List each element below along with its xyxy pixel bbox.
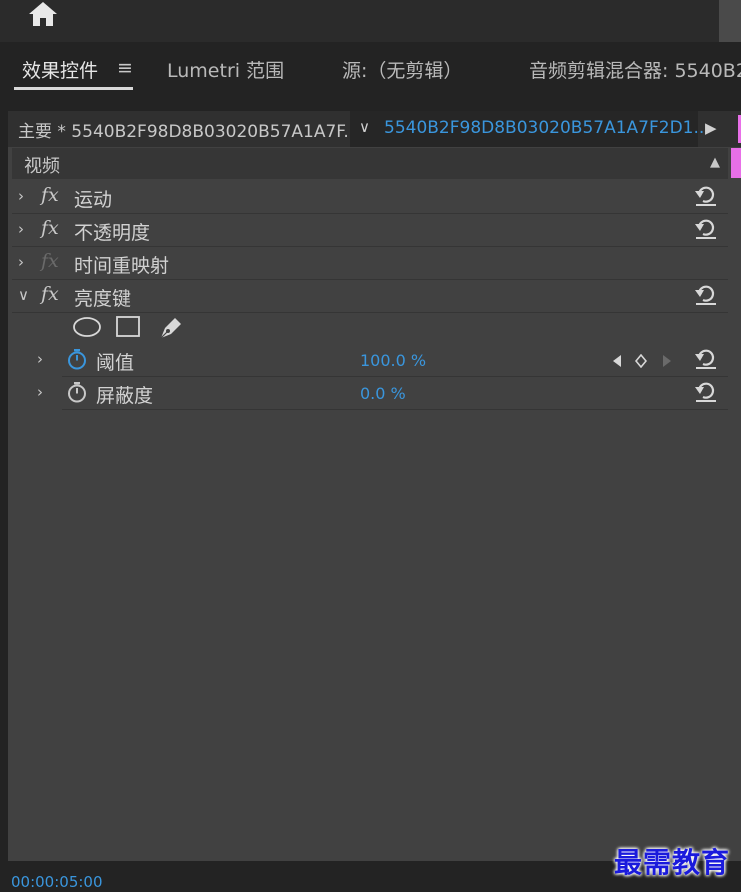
- collapse-icon[interactable]: ▲: [710, 155, 720, 170]
- collapse-effect-icon[interactable]: ∨: [18, 286, 29, 304]
- panel-menu-icon[interactable]: ≡: [117, 57, 133, 79]
- home-icon[interactable]: [26, 2, 60, 28]
- effect-name: 亮度键: [74, 288, 132, 310]
- effect-name: 运动: [74, 189, 113, 211]
- effect-name: 时间重映射: [74, 255, 170, 277]
- stopwatch-icon[interactable]: [66, 381, 88, 403]
- param-row-tolerance[interactable]: › 屏蔽度 0.0 %: [37, 377, 728, 410]
- tab-lumetri-scopes[interactable]: Lumetri 范围: [167, 56, 284, 86]
- playhead-timecode[interactable]: 00:00:05:00: [11, 873, 103, 891]
- toolbar-edge: [719, 0, 741, 42]
- fx-toggle-icon[interactable]: fx: [41, 184, 59, 206]
- panel-tab-bar: 效果控件 Lumetri 范围 源:（无剪辑） 音频剪辑混合器: 5540B2: [0, 46, 741, 98]
- param-name: 屏蔽度: [96, 385, 154, 407]
- clip-dropdown[interactable]: ∨ 5540B2F98D8B03020B57A1A7F2D1...: [350, 111, 710, 147]
- clip-selector-bar: 主要 * 5540B2F98D8B03020B57A1A7F... ∨ 5540…: [8, 111, 741, 147]
- ellipse-mask-icon[interactable]: [72, 315, 102, 339]
- param-row-threshold[interactable]: › 阈值 100.0 %: [37, 344, 728, 377]
- param-value[interactable]: 0.0 %: [360, 384, 406, 403]
- master-clip-label[interactable]: 主要 * 5540B2F98D8B03020B57A1A7F...: [18, 117, 360, 142]
- expand-icon[interactable]: ›: [37, 383, 43, 401]
- effect-row-luma-key[interactable]: ∨ fx 亮度键: [12, 280, 728, 313]
- stopwatch-icon[interactable]: [66, 348, 88, 370]
- reset-icon[interactable]: [694, 284, 718, 306]
- reset-icon[interactable]: [694, 185, 718, 207]
- effect-name: 不透明度: [74, 222, 151, 244]
- tab-source[interactable]: 源:（无剪辑）: [342, 56, 462, 86]
- reset-icon[interactable]: [694, 218, 718, 240]
- expand-icon[interactable]: ›: [18, 220, 24, 238]
- tab-effect-controls[interactable]: 效果控件: [22, 56, 98, 86]
- video-section-header[interactable]: 视频 ▲: [12, 148, 728, 179]
- effect-row-time-remapping[interactable]: › fx 时间重映射: [12, 247, 728, 280]
- param-value[interactable]: 100.0 %: [360, 351, 426, 370]
- effect-row-opacity[interactable]: › fx 不透明度: [12, 214, 728, 247]
- mask-tools-row: [12, 311, 728, 345]
- expand-icon[interactable]: ›: [18, 187, 24, 205]
- video-section-label: 视频: [24, 156, 60, 177]
- selected-clip-name: 5540B2F98D8B03020B57A1A7F2D1...: [384, 118, 710, 138]
- top-toolbar: [0, 0, 741, 42]
- pen-mask-icon[interactable]: [158, 315, 184, 341]
- play-icon[interactable]: ▶: [705, 119, 717, 137]
- add-keyframe-icon[interactable]: [635, 354, 647, 368]
- fx-toggle-icon[interactable]: fx: [41, 217, 59, 239]
- active-tab-indicator: [14, 87, 133, 90]
- tab-audio-clip-mixer[interactable]: 音频剪辑混合器: 5540B2: [529, 56, 741, 86]
- expand-icon[interactable]: ›: [18, 253, 24, 271]
- fx-toggle-icon: fx: [41, 250, 59, 272]
- reset-icon[interactable]: [694, 381, 718, 403]
- param-name: 阈值: [96, 352, 135, 374]
- fx-toggle-icon[interactable]: fx: [41, 283, 59, 305]
- rectangle-mask-icon[interactable]: [115, 315, 141, 339]
- next-keyframe-icon[interactable]: [662, 354, 672, 368]
- reset-icon[interactable]: [694, 348, 718, 370]
- watermark-logo: 最需教育: [614, 846, 731, 879]
- expand-icon[interactable]: ›: [37, 350, 43, 368]
- chevron-down-icon: ∨: [359, 118, 370, 136]
- prev-keyframe-icon[interactable]: [612, 354, 622, 368]
- clip-marker: [731, 148, 741, 178]
- effect-row-motion[interactable]: › fx 运动: [12, 181, 728, 214]
